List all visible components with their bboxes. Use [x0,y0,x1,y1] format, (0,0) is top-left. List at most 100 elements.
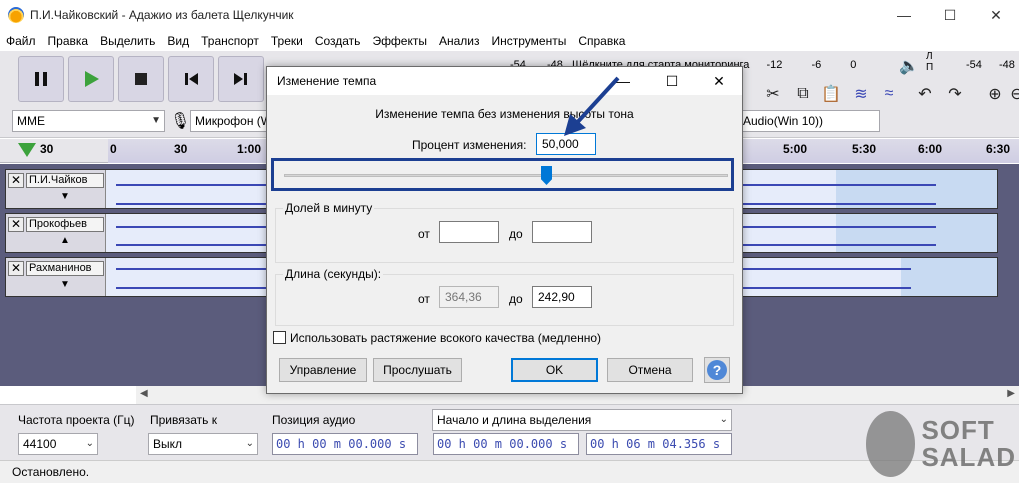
length-to-input[interactable]: 242,90 [532,286,592,308]
length-from-input: 364,36 [439,286,499,308]
close-button[interactable]: ✕ [973,0,1019,30]
skip-start-icon [185,73,198,85]
timeline-tick: 6:30 [986,142,1011,156]
snap-select[interactable]: Выкл ⌄ [148,433,258,455]
skip-start-button[interactable] [168,56,214,102]
menu-tracks[interactable]: Треки [271,34,303,48]
bpm-to-label: до [509,227,523,241]
timeline-tick: 5:00 [783,142,808,156]
recording-device-select[interactable]: Микрофон (W [190,110,270,132]
dialog-title: Изменение темпа [277,74,377,88]
annotation-arrow-icon [564,76,620,136]
help-button[interactable]: ? [704,357,730,383]
zoom-out-icon[interactable]: ⊖ [1004,81,1019,107]
undo-icon[interactable]: ↶ [912,81,938,107]
track-name-menu[interactable]: Рахманинов [26,261,104,276]
change-tempo-dialog: Изменение темпа — ☐ ✕ Изменение темпа бе… [266,66,743,394]
watermark-text: SOFT SALAD [921,417,1016,471]
chevron-down-icon: ⌄ [719,414,728,425]
menu-effects[interactable]: Эффекты [372,34,427,48]
silence-audio-icon[interactable]: ≈ [876,81,902,107]
pause-icon [35,72,47,86]
bpm-from-input[interactable] [439,221,499,243]
selection-mode-select[interactable]: Начало и длина выделения ⌄ [432,409,732,431]
meter-tick: -48 [998,59,1015,71]
pause-button[interactable] [18,56,64,102]
bpm-group-label: Долей в минуту [283,201,375,215]
play-meter-scale[interactable]: -54 -48 [966,59,1015,71]
percent-slider-thumb[interactable] [541,166,552,185]
minimize-button[interactable]: — [881,0,927,30]
ok-button[interactable]: OK [511,358,598,382]
watermark-line: SOFT [921,415,995,445]
dialog-maximize-button[interactable]: ☐ [648,67,696,95]
track-close-button[interactable]: ✕ [8,261,24,276]
menu-edit[interactable]: Правка [48,34,89,48]
timeline-tick: 30 [174,142,188,156]
snap-label: Привязать к [150,413,217,427]
play-head-icon[interactable] [18,143,36,157]
track-controls: ✕ Рахманинов ▼ [6,258,106,296]
copy-icon[interactable]: ⧉ [790,81,816,107]
help-icon: ? [707,360,727,380]
menu-file[interactable]: Файл [6,34,36,48]
chevron-down-icon: ▼ [151,115,161,126]
trim-audio-icon[interactable]: ≋ [848,81,874,107]
length-group [275,274,734,326]
track-collapse-button[interactable]: ▼ [26,279,104,293]
window-title: П.И.Чайковский - Адажио из балета Щелкун… [30,8,294,22]
track-name-menu[interactable]: Прокофьев [26,217,104,232]
selection-start-field[interactable]: 00 h 00 m 00.000 s [433,433,579,455]
bpm-group [275,208,734,263]
skip-end-icon [234,73,247,85]
track-name-menu[interactable]: П.И.Чайков [26,173,104,188]
menu-tools[interactable]: Инструменты [492,34,567,48]
title-bar: П.И.Чайковский - Адажио из балета Щелкун… [0,0,1019,30]
track-collapse-button[interactable]: ▲ [26,235,104,249]
track-collapse-button[interactable]: ▼ [26,191,104,205]
menu-generate[interactable]: Создать [315,34,361,48]
bpm-to-input[interactable] [532,221,592,243]
track-close-button[interactable]: ✕ [8,217,24,232]
project-rate-select[interactable]: 44100 ⌄ [18,433,98,455]
maximize-button[interactable]: ☐ [927,0,973,30]
selection-mode-value: Начало и длина выделения [437,413,592,427]
audio-host-value: MME [17,114,45,128]
percent-slider-track[interactable] [284,174,728,177]
menu-view[interactable]: Вид [167,34,189,48]
bpm-from-label: от [418,227,430,241]
menu-transport[interactable]: Транспорт [201,34,259,48]
play-button[interactable] [68,56,114,102]
meter-tick: 0 [850,59,857,71]
track-close-button[interactable]: ✕ [8,173,24,188]
microphone-icon: 🎙 [170,113,191,130]
menu-select[interactable]: Выделить [100,34,155,48]
menu-help[interactable]: Справка [578,34,625,48]
menu-analyze[interactable]: Анализ [439,34,480,48]
paste-icon[interactable]: 📋 [818,81,844,107]
timeline-tick: 30 [40,142,54,156]
hq-stretch-checkbox[interactable] [273,331,286,344]
audio-position-field[interactable]: 00 h 00 m 00.000 s [272,433,418,455]
stop-button[interactable] [118,56,164,102]
scroll-left-icon[interactable]: ◀ [140,388,148,399]
length-to-label: до [509,292,523,306]
stop-icon [135,73,147,85]
salad-bowl-icon [866,411,916,477]
skip-end-button[interactable] [218,56,264,102]
playback-device-select[interactable]: Audio(Win 10)) [738,110,880,132]
redo-icon[interactable]: ↷ [942,81,968,107]
project-rate-label: Частота проекта (Гц) [18,413,135,427]
preview-button[interactable]: Прослушать [373,358,462,382]
audio-host-select[interactable]: MME ▼ [12,110,165,132]
cancel-button[interactable]: Отмена [607,358,693,382]
cut-icon[interactable]: ✂ [760,81,786,107]
scroll-right-icon[interactable]: ▶ [1007,388,1015,399]
window-controls: — ☐ ✕ [881,0,1019,30]
selection-length-field[interactable]: 00 h 06 m 04.356 s [586,433,732,455]
playback-device-value: Audio(Win 10)) [743,114,824,128]
manage-button[interactable]: Управление [279,358,367,382]
recording-device-value: Микрофон (W [195,114,270,128]
dialog-heading: Изменение темпа без изменения высоты тон… [375,107,634,121]
dialog-close-button[interactable]: ✕ [695,67,743,95]
